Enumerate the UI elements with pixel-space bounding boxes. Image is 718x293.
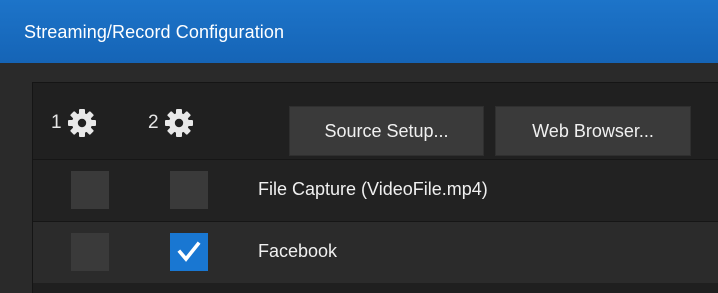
output-toolbar: 1 2 Source Setup... Web Browser... [33,83,718,159]
window-title: Streaming/Record Configuration [24,22,285,42]
output-2-checkbox[interactable] [170,171,208,209]
output-config-panel: 1 2 Source Setup... Web Browser... File … [32,82,718,293]
streaming-record-dialog: Streaming/Record Configuration 1 2 Sourc… [0,0,718,293]
output-1-settings[interactable]: 1 [51,107,97,139]
output-2-settings[interactable]: 2 [148,107,194,139]
output-row-file-capture: File Capture (VideoFile.mp4) [33,159,718,221]
gear-icon[interactable] [164,108,194,138]
output-2-number: 2 [148,112,159,133]
output-row-facebook: Facebook [33,221,718,283]
checkmark-icon [177,241,201,262]
output-1-number: 1 [51,112,62,133]
web-browser-button[interactable]: Web Browser... [495,106,691,156]
output-row-label: Facebook [258,241,338,261]
dialog-content: 1 2 Source Setup... Web Browser... File … [0,63,718,293]
source-setup-button[interactable]: Source Setup... [289,106,484,156]
output-2-checkbox-checked[interactable] [170,233,208,271]
gear-icon[interactable] [67,108,97,138]
output-1-checkbox[interactable] [71,233,109,271]
output-1-checkbox[interactable] [71,171,109,209]
output-row-label: File Capture (VideoFile.mp4) [258,179,488,199]
title-bar[interactable]: Streaming/Record Configuration [0,0,718,63]
